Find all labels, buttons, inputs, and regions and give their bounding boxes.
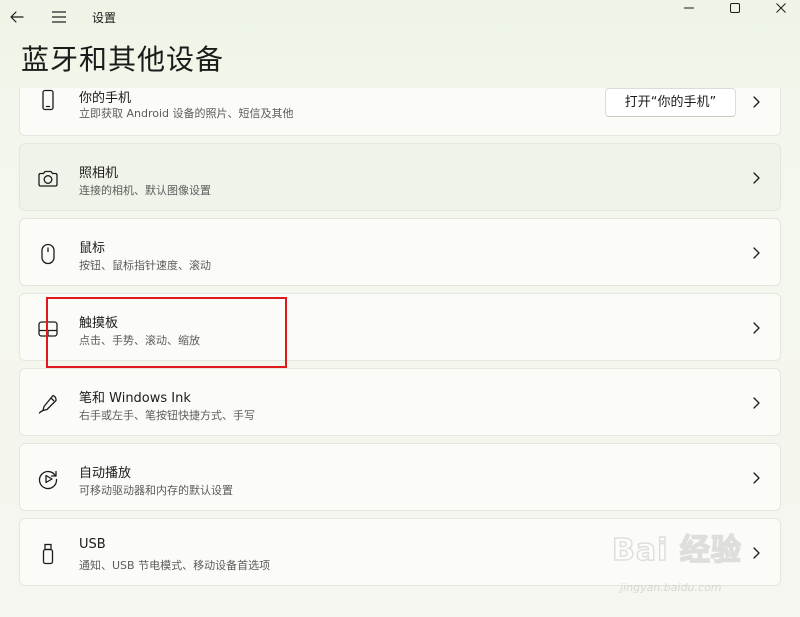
item-description: 立即获取 Android 设备的照片、短信及其他 — [79, 107, 294, 120]
item-title: 自动播放 — [79, 466, 132, 481]
watermark-logo: Bai 经验 — [611, 532, 742, 569]
phone-link-card-visible[interactable]: 你的手机 立即获取 Android 设备的照片、短信及其他 打开“你的手机” — [19, 88, 781, 136]
item-description: 通知、USB 节电模式、移动设备首选项 — [79, 559, 271, 572]
item-title: 照相机 — [79, 166, 119, 181]
camera-icon — [38, 170, 58, 187]
minimize-button[interactable] — [666, 0, 712, 16]
item-description: 右手或左手、笔按钮快捷方式、手写 — [79, 409, 255, 422]
chevron-right-icon — [753, 172, 760, 184]
chevron-right-icon — [753, 472, 760, 484]
item-description: 可移动驱动器和内存的默认设置 — [79, 484, 233, 497]
watermark-url: jingyan.baidu.com — [620, 581, 722, 594]
close-icon — [776, 3, 786, 13]
item-title: 鼠标 — [79, 241, 106, 256]
item-title: 触摸板 — [79, 316, 119, 331]
maximize-icon — [730, 3, 740, 13]
open-phone-button[interactable]: 打开“你的手机” — [605, 88, 736, 117]
item-description: 按钮、鼠标指针速度、滚动 — [79, 259, 211, 272]
mouse-icon — [41, 243, 55, 265]
chevron-right-icon — [753, 96, 760, 108]
chevron-right-icon — [753, 397, 760, 409]
pen-icon — [38, 394, 57, 414]
hamburger-menu-icon[interactable] — [50, 8, 68, 26]
usb-icon — [42, 543, 54, 565]
item-description: 连接的相机、默认图像设置 — [79, 184, 211, 197]
camera-card[interactable]: 照相机 连接的相机、默认图像设置 — [19, 143, 781, 211]
item-title: 笔和 Windows Ink — [79, 391, 191, 406]
page-title: 蓝牙和其他设备 — [21, 43, 225, 76]
touchpad-card[interactable]: 触摸板 点击、手势、滚动、缩放 — [19, 293, 781, 361]
item-title: 你的手机 — [79, 91, 132, 106]
mouse-card[interactable]: 鼠标 按钮、鼠标指针速度、滚动 — [19, 218, 781, 286]
title-bar: 设置 — [0, 0, 800, 34]
pen-ink-card[interactable]: 笔和 Windows Ink 右手或左手、笔按钮快捷方式、手写 — [19, 368, 781, 436]
autoplay-icon — [38, 470, 58, 490]
touchpad-icon — [38, 321, 58, 337]
chevron-right-icon — [753, 247, 760, 259]
close-button[interactable] — [758, 0, 800, 16]
minimize-icon — [684, 7, 694, 9]
app-title: 设置 — [92, 11, 117, 25]
autoplay-card[interactable]: 自动播放 可移动驱动器和内存的默认设置 — [19, 443, 781, 511]
phone-icon — [42, 89, 54, 111]
baidu-watermark: Bai 经验 jingyan.baidu.com — [611, 525, 762, 600]
item-title: USB — [79, 537, 106, 552]
item-description: 点击、手势、滚动、缩放 — [79, 334, 200, 347]
chevron-right-icon — [753, 322, 760, 334]
maximize-button[interactable] — [712, 0, 758, 16]
back-arrow-icon[interactable] — [8, 8, 26, 26]
